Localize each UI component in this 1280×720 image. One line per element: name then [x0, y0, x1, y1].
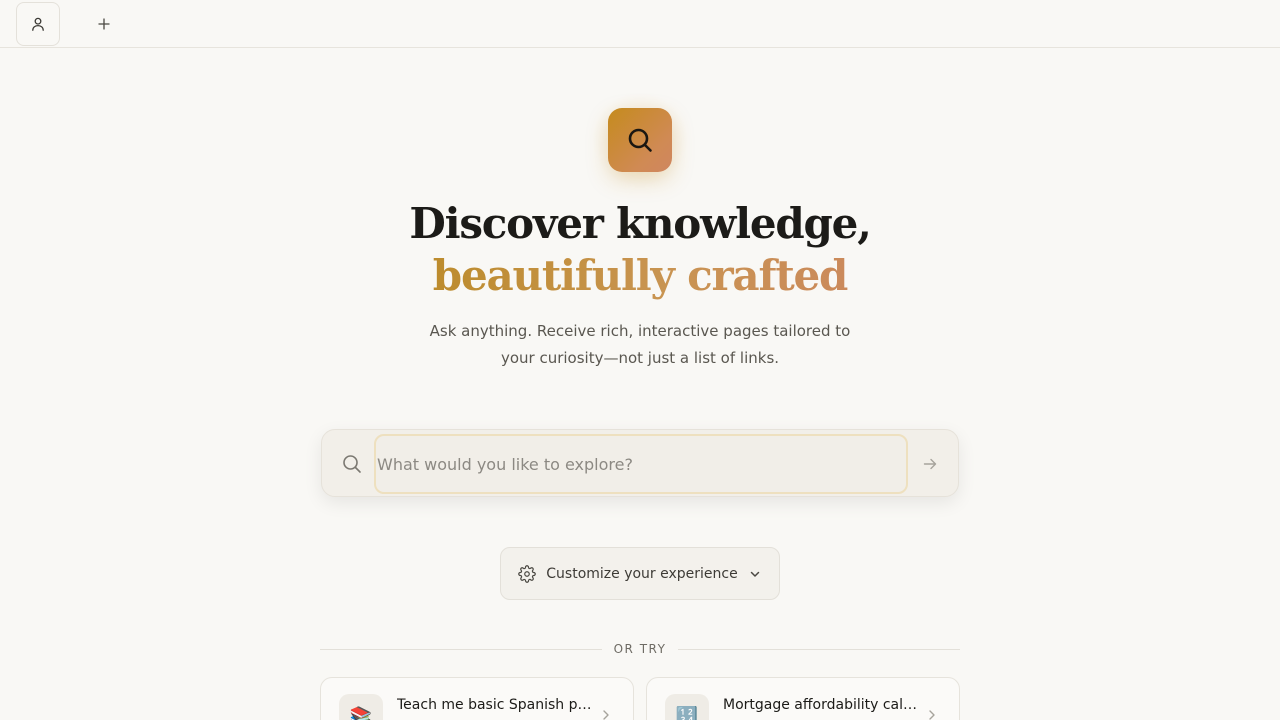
chevron-right-icon	[603, 710, 609, 720]
suggestion-title: Teach me basic Spanish ph...	[397, 697, 593, 713]
search-icon	[628, 128, 652, 152]
search-box	[321, 429, 959, 497]
headline-line-2: beautifully crafted	[340, 250, 940, 302]
suggestion-card-mortgage[interactable]: 🔢 Mortgage affordability calc...	[646, 677, 960, 720]
top-bar	[0, 0, 1280, 48]
or-try-label: OR TRY	[613, 642, 667, 656]
or-try-divider: OR TRY	[320, 640, 961, 658]
arrow-right-icon	[923, 458, 937, 470]
books-icon: 📚	[339, 694, 383, 720]
search-input[interactable]	[374, 434, 908, 494]
user-icon	[32, 17, 44, 31]
app-logo	[608, 108, 672, 172]
numbers-icon: 🔢	[665, 694, 709, 720]
headline-line-1: Discover knowledge,	[409, 199, 871, 248]
customize-label: Customize your experience	[546, 565, 738, 582]
customize-experience-button[interactable]: Customize your experience	[500, 547, 780, 600]
divider-line	[320, 648, 602, 650]
search-icon	[343, 455, 361, 473]
submit-search-button[interactable]	[918, 452, 942, 476]
divider-line	[678, 648, 961, 650]
profile-button[interactable]	[16, 2, 60, 46]
new-page-button[interactable]	[92, 12, 116, 36]
plus-icon	[98, 18, 110, 30]
suggestion-title: Mortgage affordability calc...	[723, 697, 919, 713]
chevron-right-icon	[929, 710, 935, 720]
chevron-down-icon	[750, 571, 759, 577]
headline: Discover knowledge, beautifully crafted	[340, 198, 940, 302]
suggestion-card-spanish[interactable]: 📚 Teach me basic Spanish ph...	[320, 677, 634, 720]
gear-icon	[518, 564, 537, 583]
subtitle: Ask anything. Receive rich, interactive …	[429, 322, 851, 367]
